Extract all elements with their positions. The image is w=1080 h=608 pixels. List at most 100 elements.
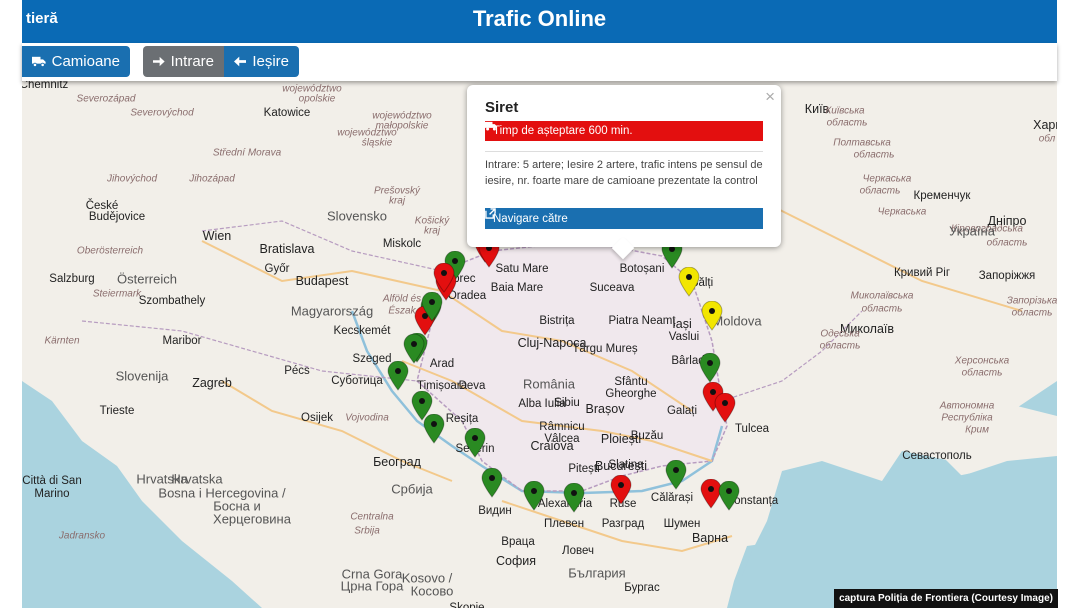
map-label: Marino [34,488,70,500]
map-label: Крим [965,424,989,436]
intrare-button[interactable]: Intrare [143,46,224,77]
map-label: область [861,303,903,315]
map-view[interactable]: Chemnitz Severozápad Severovýchod Katowice w… [22,81,1057,608]
map-label: Косово [410,583,454,599]
map-label: Alföld és [382,293,422,305]
map-label: область [826,117,868,129]
map-label: Skopje [449,602,485,608]
map-label: Vaslui [668,331,700,343]
image-caption: captura Poliția de Frontiera (Courtesy I… [834,589,1058,608]
map-marker-icon[interactable] [610,475,632,505]
iesire-button[interactable]: Ieșire [224,46,299,77]
arrow-left-icon [234,56,247,67]
map-label: Maribor [162,335,202,347]
map-marker-icon[interactable] [563,483,585,513]
map-label: Salzburg [49,273,95,285]
map-marker-icon[interactable] [718,481,740,511]
map-label: область [853,149,895,161]
map-label: Bistrița [539,315,575,327]
map-label: Србија [391,481,433,497]
map-marker-icon[interactable] [481,468,503,498]
map-marker-icon[interactable] [403,334,425,364]
wait-time-badge: Timp de așteptare 600 min. [485,121,763,141]
map-label: Oberösterreich [76,245,144,257]
map-label: Osijek [301,412,333,424]
map-label: Ловеч [562,545,594,557]
navigate-label: Navigare către [493,212,568,225]
map-marker-icon[interactable] [665,460,687,490]
map-label: Bratislava [259,242,315,256]
map-label: kraj [423,225,441,237]
map-label: małopolskie [375,120,429,132]
camioane-label: Camioane [51,53,120,70]
map-label: Râmnicu [539,421,585,433]
map-label: Черкаська [862,173,912,185]
map-marker-icon[interactable] [387,361,409,391]
navigate-button[interactable]: Navigare către [485,208,763,229]
map-label: область [859,185,901,197]
map-label: Црна Гора [340,578,404,594]
map-label: śląskie [361,137,393,149]
close-icon[interactable]: × [765,87,775,107]
iesire-label: Ieșire [252,53,289,70]
map-label: Одеська [820,328,860,340]
map-label: Jihozápad [189,173,235,185]
map-label: Шумен [663,518,701,530]
map-label: Reșița [445,413,479,425]
map-label: область [1011,307,1053,319]
map-label: Srbija [354,525,380,537]
map-marker-icon[interactable] [423,414,445,444]
map-label: область [961,367,1003,379]
map-label: Střední Morava [212,147,282,159]
map-marker-icon[interactable] [523,481,545,511]
map-label: Бургас [624,582,660,594]
map-label: область [986,237,1028,249]
camioane-button[interactable]: Camioane [22,46,130,77]
map-label: Харк [1033,118,1057,132]
popup-title: Siret [485,99,519,116]
map-label: Győr [264,263,290,275]
map-label: Szombathely [138,295,206,307]
map-marker-icon[interactable] [464,428,486,458]
map-label: Wien [202,229,232,243]
wait-time-text: Timp de așteptare 600 min. [493,125,633,137]
map-marker-icon[interactable] [714,393,736,423]
map-label: Magyarország [290,303,374,319]
map-label: Республіка [941,412,993,424]
map-label: Херцеговина [213,511,291,527]
map-marker-icon[interactable] [433,263,455,293]
map-marker-icon[interactable] [421,292,443,322]
map-label: Botoșani [619,263,665,275]
map-label: Arad [429,358,455,370]
map-label: Severozápad [76,93,136,105]
map-marker-icon[interactable] [701,301,723,331]
map-label: Alba Iulia [518,398,566,410]
map-label: România [522,376,576,392]
map-marker-icon[interactable] [678,267,700,297]
map-label: Budapest [295,274,349,288]
map-marker-icon[interactable] [699,353,721,383]
map-label: Београд [373,455,421,469]
map-label: Centralna [350,511,394,523]
map-label: Запоріжжя [978,270,1036,282]
map-label: Észak [388,305,416,317]
map-label: Deva [458,380,486,392]
arrow-right-icon [153,56,165,67]
crossing-popup: × Siret Timp de așteptare 600 min. Intra… [467,85,781,260]
map-label: Brașov [585,402,625,416]
map-label: Miskolc [382,238,422,250]
map-label: София [495,554,537,568]
truck-icon [485,121,497,131]
map-label: Österreich [117,271,177,287]
map-label: обл [1038,133,1056,145]
map-label: Budějovice [88,211,146,223]
map-label: Видин [478,505,512,517]
map-label: Chemnitz [22,81,69,91]
map-label: Плевен [543,518,585,530]
map-label: Полтавська [833,137,891,149]
external-link-icon [485,208,496,219]
map-label: Trieste [99,405,135,417]
map-label: Київська [825,105,865,117]
truck-icon [32,56,46,68]
map-label: opolskie [298,93,336,105]
